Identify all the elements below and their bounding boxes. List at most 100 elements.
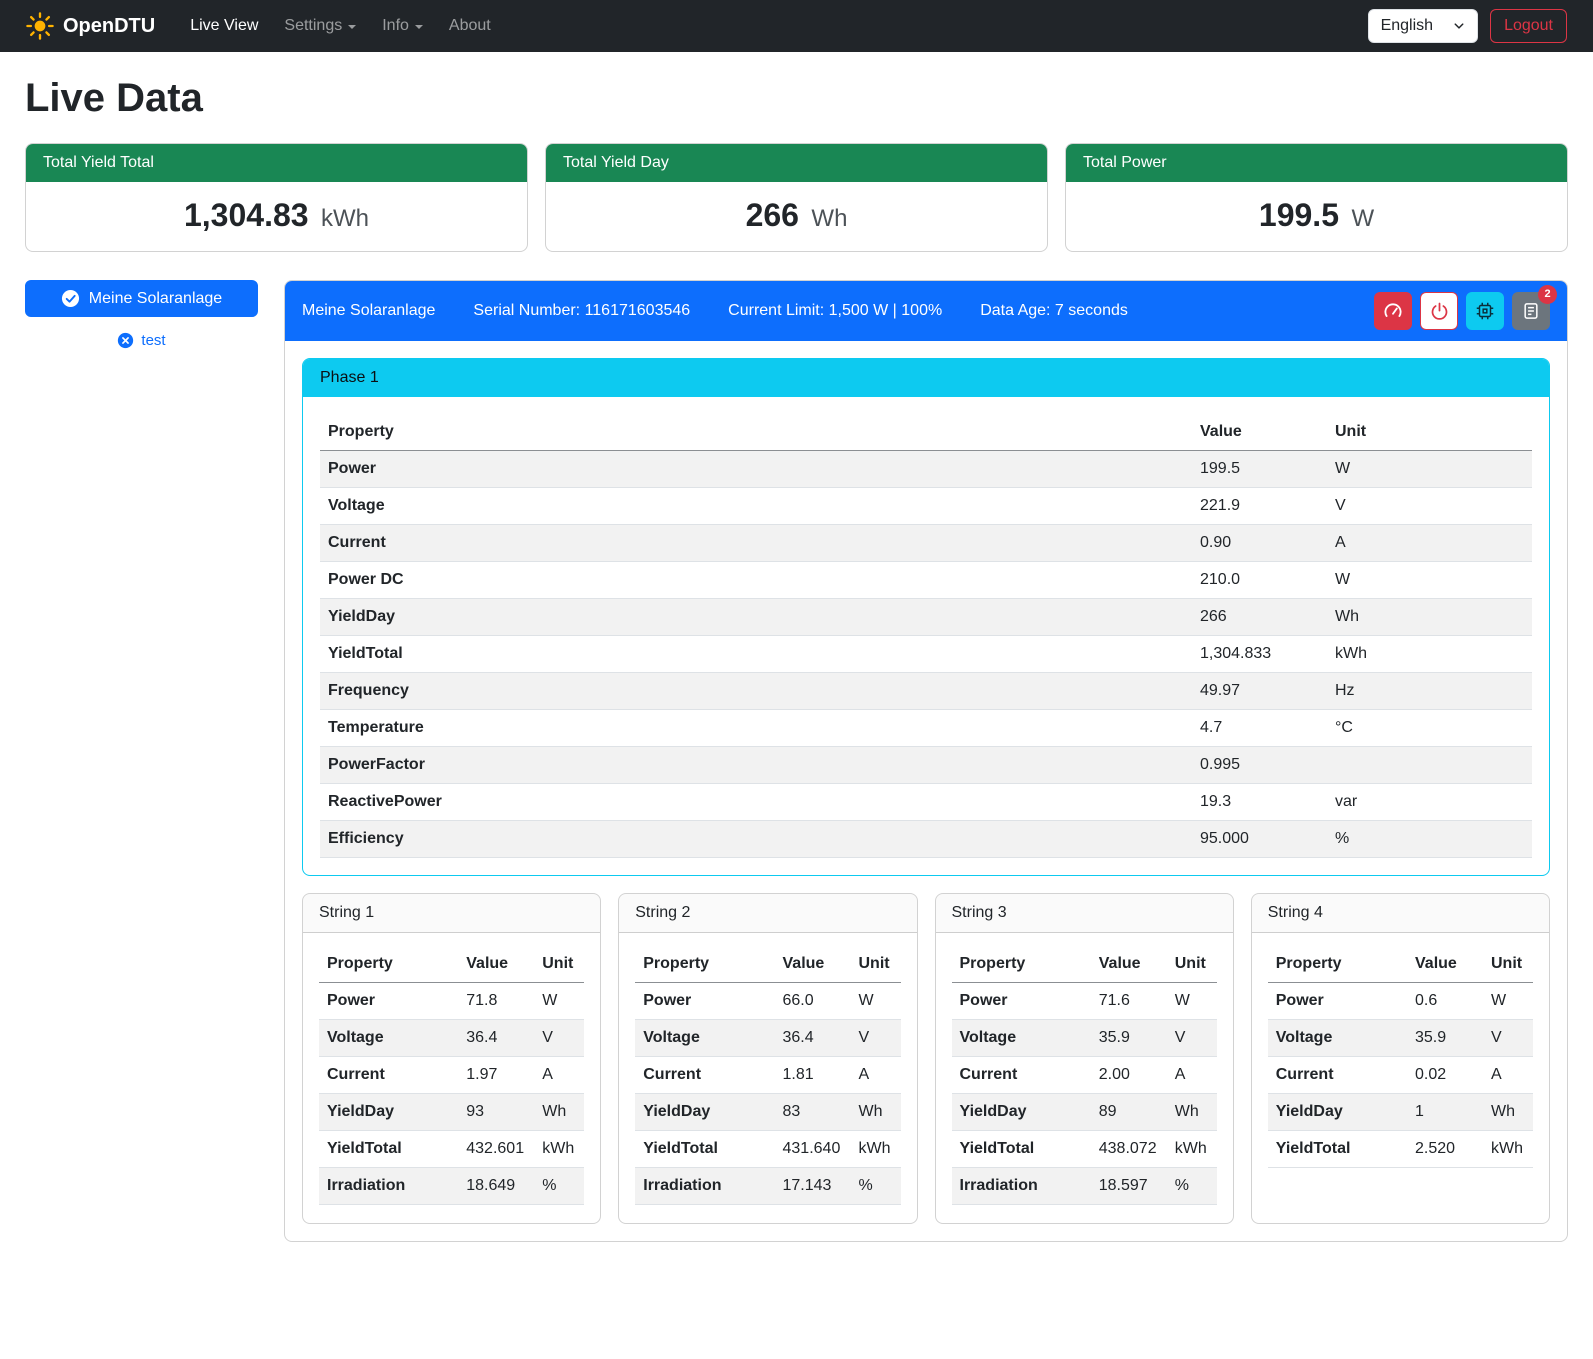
brand[interactable]: OpenDTU xyxy=(26,12,155,40)
column-header-unit: Unit xyxy=(1483,946,1533,983)
cell-property: Voltage xyxy=(319,1020,458,1057)
cell-unit: A xyxy=(1483,1057,1533,1094)
cell-property: Irradiation xyxy=(319,1168,458,1205)
cell-value: 221.9 xyxy=(1192,488,1327,525)
cell-property: Power DC xyxy=(320,562,1192,599)
table-row: Voltage35.9V xyxy=(1268,1020,1533,1057)
power-button[interactable] xyxy=(1420,292,1458,330)
table-row: YieldTotal438.072kWh xyxy=(952,1131,1217,1168)
inverter-data-age: Data Age: 7 seconds xyxy=(980,302,1128,320)
inverter-panel: Meine Solaranlage Serial Number: 1161716… xyxy=(284,280,1568,1242)
nav-live-view[interactable]: Live View xyxy=(177,9,271,43)
cell-value: 17.143 xyxy=(775,1168,851,1205)
summary-cards: Total Yield Total 1,304.83 kWh Total Yie… xyxy=(25,143,1568,252)
nav-info[interactable]: Info xyxy=(369,9,436,43)
language-select[interactable]: English xyxy=(1368,9,1478,43)
inverter-actions: 2 xyxy=(1374,292,1550,330)
cell-unit: W xyxy=(1483,983,1533,1020)
cell-value: 1 xyxy=(1407,1094,1483,1131)
table-row: Current2.00A xyxy=(952,1057,1217,1094)
cell-value: 35.9 xyxy=(1407,1020,1483,1057)
device-info-button[interactable] xyxy=(1466,292,1504,330)
cell-property: Power xyxy=(1268,983,1407,1020)
cell-value: 89 xyxy=(1091,1094,1167,1131)
event-log-button[interactable]: 2 xyxy=(1512,292,1550,330)
sidebar-item-meine-solaranlage[interactable]: Meine Solaranlage xyxy=(25,280,258,317)
cell-unit: kWh xyxy=(1483,1131,1533,1168)
string-card-body: Property Value Unit Power71.8WVoltage36.… xyxy=(303,933,600,1223)
cell-value: 1.81 xyxy=(775,1057,851,1094)
cell-value: 4.7 xyxy=(1192,710,1327,747)
cell-property: Irradiation xyxy=(952,1168,1091,1205)
logout-button[interactable]: Logout xyxy=(1490,9,1567,43)
card-header: Total Yield Total xyxy=(26,144,527,182)
table-header-row: Property Value Unit xyxy=(1268,946,1533,983)
cell-unit: kWh xyxy=(1167,1131,1217,1168)
cell-property: Voltage xyxy=(635,1020,774,1057)
table-row: Power DC210.0W xyxy=(320,562,1532,599)
cell-value: 36.4 xyxy=(458,1020,534,1057)
cell-unit: W xyxy=(1167,983,1217,1020)
cell-unit: Wh xyxy=(1327,599,1532,636)
string-table: Property Value Unit Power66.0WVoltage36.… xyxy=(635,946,900,1205)
card-body: 199.5 W xyxy=(1066,182,1567,251)
cell-unit: V xyxy=(1483,1020,1533,1057)
table-row: YieldTotal1,304.833kWh xyxy=(320,636,1532,673)
column-header-property: Property xyxy=(319,946,458,983)
cell-property: YieldDay xyxy=(635,1094,774,1131)
chevron-down-icon xyxy=(1453,20,1465,32)
navbar: OpenDTU Live View Settings Info About En… xyxy=(0,0,1593,52)
table-header-row: Property Value Unit xyxy=(952,946,1217,983)
table-row: Current1.81A xyxy=(635,1057,900,1094)
cell-unit: W xyxy=(851,983,901,1020)
cell-unit: Wh xyxy=(1483,1094,1533,1131)
phase-card-title: Phase 1 xyxy=(303,359,1549,397)
nav-settings-label: Settings xyxy=(284,17,342,35)
cell-property: Power xyxy=(952,983,1091,1020)
cell-unit: A xyxy=(1167,1057,1217,1094)
table-row: YieldDay1Wh xyxy=(1268,1094,1533,1131)
cell-property: YieldDay xyxy=(952,1094,1091,1131)
table-row: Voltage221.9V xyxy=(320,488,1532,525)
cell-unit: % xyxy=(851,1168,901,1205)
table-row: Power71.6W xyxy=(952,983,1217,1020)
column-header-property: Property xyxy=(952,946,1091,983)
cell-value: 18.649 xyxy=(458,1168,534,1205)
cell-property: Current xyxy=(635,1057,774,1094)
cell-unit: kWh xyxy=(1327,636,1532,673)
cell-value: 2.520 xyxy=(1407,1131,1483,1168)
main-layout: Meine Solaranlage test Meine Solaranlage… xyxy=(25,280,1568,1242)
string-card-4: String 4 Property Value Unit xyxy=(1251,893,1550,1224)
check-circle-icon xyxy=(61,289,80,308)
inverter-name: Meine Solaranlage xyxy=(302,302,435,320)
limit-settings-button[interactable] xyxy=(1374,292,1412,330)
nav-settings[interactable]: Settings xyxy=(271,9,369,43)
sidebar-item-test[interactable]: test xyxy=(25,332,258,349)
cell-unit: % xyxy=(1167,1168,1217,1205)
journal-icon xyxy=(1521,301,1541,321)
summary-value: 199.5 xyxy=(1259,197,1339,233)
cell-property: YieldDay xyxy=(1268,1094,1407,1131)
column-header-unit: Unit xyxy=(1167,946,1217,983)
table-header-row: Property Value Unit xyxy=(635,946,900,983)
cell-unit: kWh xyxy=(534,1131,584,1168)
page-title: Live Data xyxy=(25,76,1568,121)
nav-about[interactable]: About xyxy=(436,9,504,43)
cell-property: Current xyxy=(952,1057,1091,1094)
nav-about-label: About xyxy=(449,17,491,35)
cell-unit: A xyxy=(1327,525,1532,562)
column-header-value: Value xyxy=(1091,946,1167,983)
cell-property: YieldTotal xyxy=(319,1131,458,1168)
card-body: 1,304.83 kWh xyxy=(26,182,527,251)
cell-unit: W xyxy=(1327,562,1532,599)
string-card-title: String 4 xyxy=(1252,894,1549,933)
cell-property: YieldTotal xyxy=(952,1131,1091,1168)
table-row: YieldTotal2.520kWh xyxy=(1268,1131,1533,1168)
table-header-row: Property Value Unit xyxy=(319,946,584,983)
cell-property: YieldTotal xyxy=(1268,1131,1407,1168)
cell-value: 95.000 xyxy=(1192,821,1327,858)
cell-value: 210.0 xyxy=(1192,562,1327,599)
table-row: Irradiation18.649% xyxy=(319,1168,584,1205)
cell-unit: A xyxy=(534,1057,584,1094)
column-header-value: Value xyxy=(775,946,851,983)
